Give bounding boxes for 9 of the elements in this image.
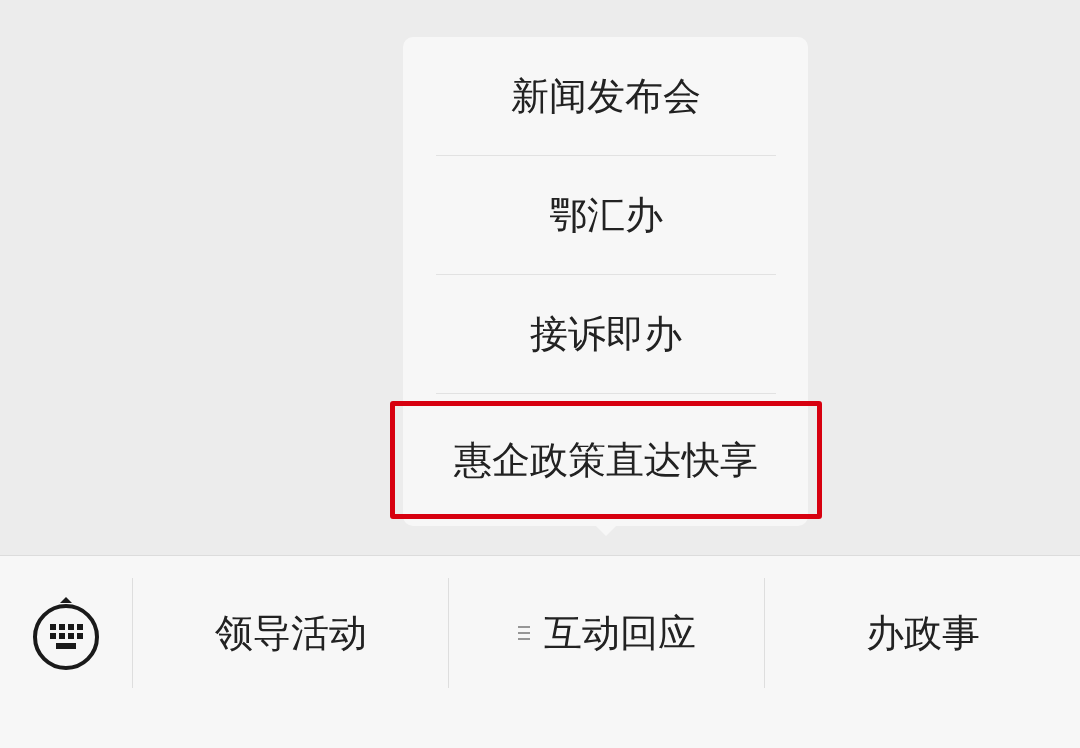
- keyboard-icon: [32, 595, 100, 671]
- menu-item[interactable]: 新闻发布会: [403, 37, 808, 155]
- menu-tab[interactable]: 领导活动: [133, 578, 449, 688]
- menu-tab[interactable]: 办政事: [765, 578, 1080, 688]
- menu-item[interactable]: 接诉即办: [403, 275, 808, 393]
- menu-item[interactable]: 鄂汇办: [403, 156, 808, 274]
- list-icon: [517, 626, 530, 640]
- menu-item[interactable]: 惠企政策直达快享: [389, 401, 822, 519]
- menu-tab[interactable]: 互动回应: [449, 578, 765, 688]
